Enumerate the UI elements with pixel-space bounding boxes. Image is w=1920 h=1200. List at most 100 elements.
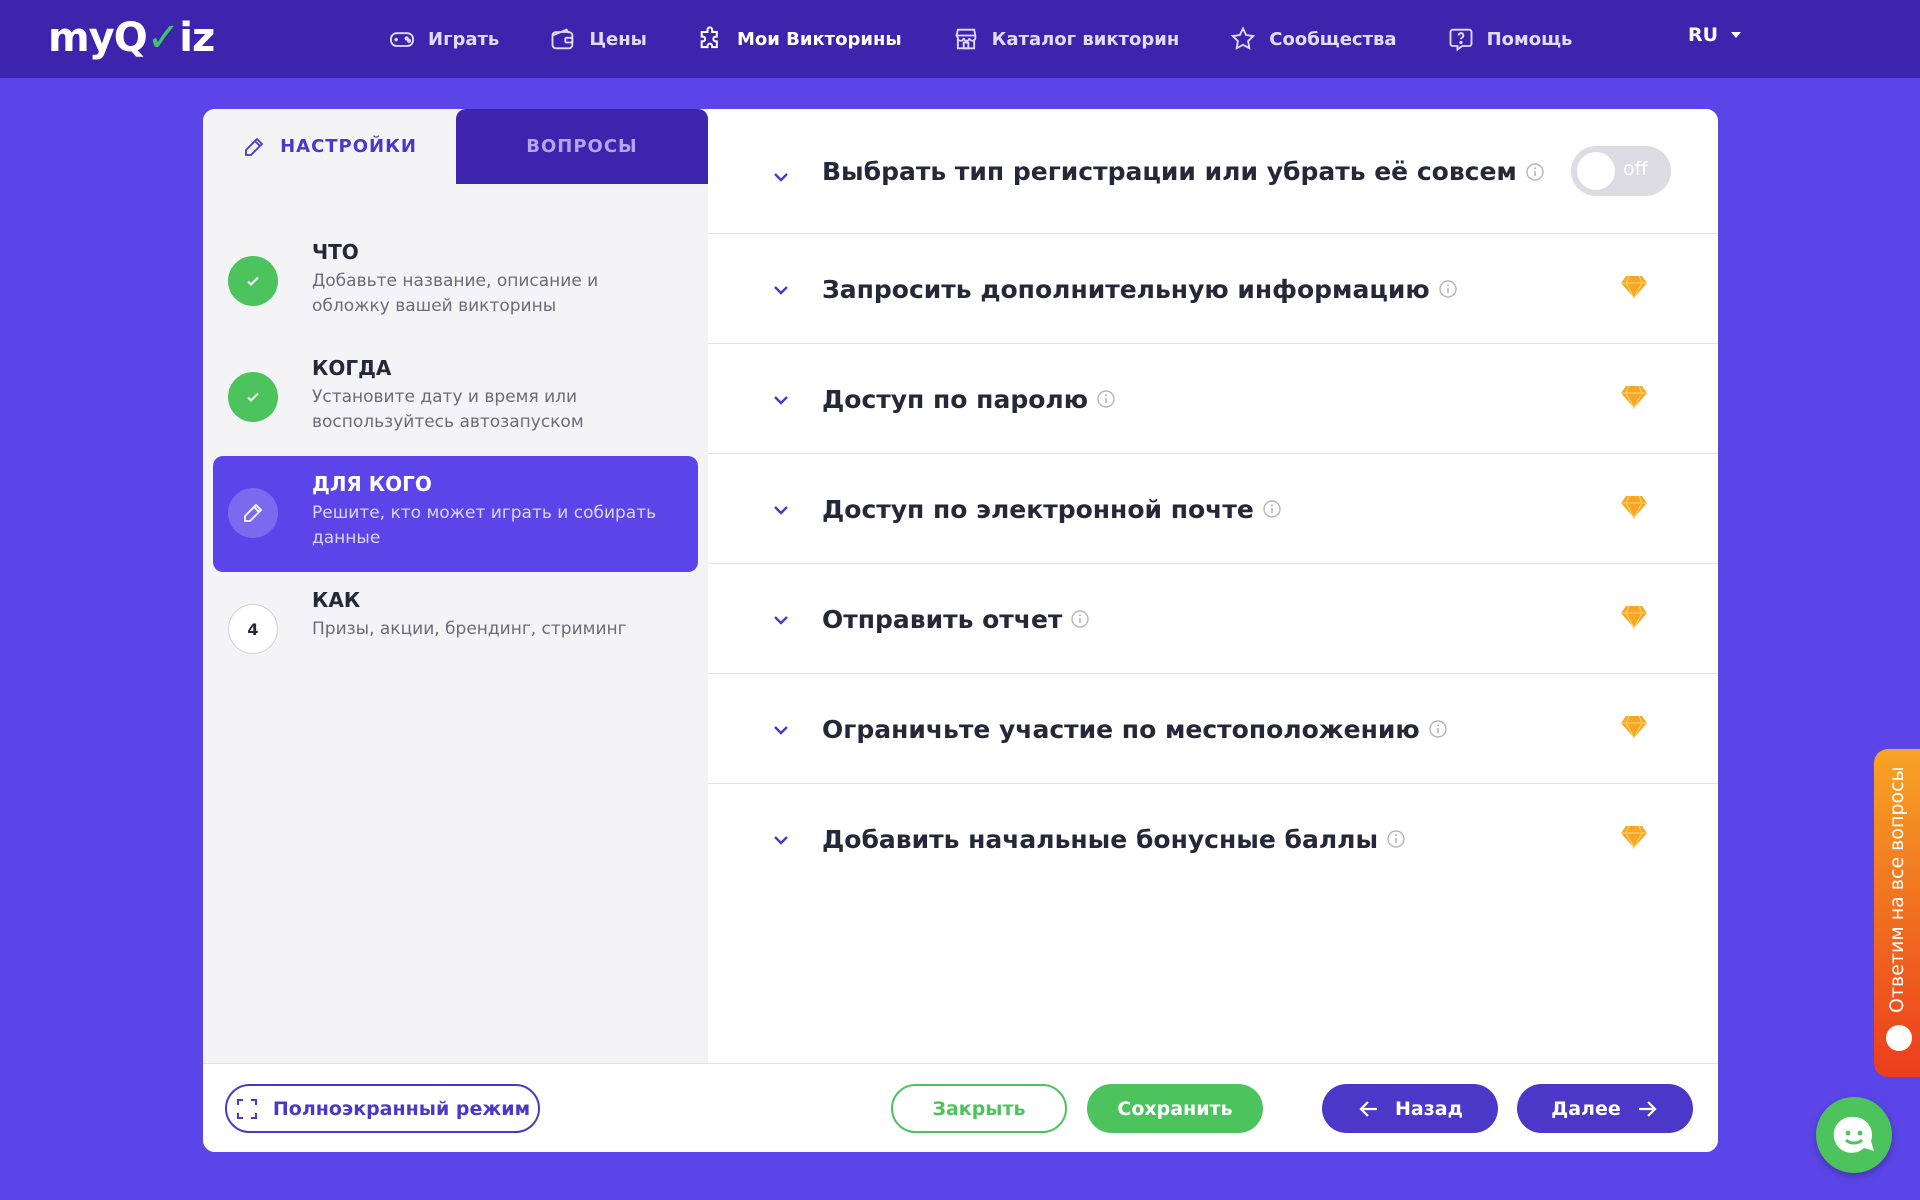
main-nav: Играть Цены Мои Викторины Каталог виктор… (388, 0, 1572, 78)
registration-toggle[interactable]: off (1571, 146, 1671, 196)
feedback-tab-label: Ответим на все вопросы (1886, 766, 1908, 1014)
step-what[interactable]: ЧТО Добавьте название, описание и обложк… (213, 224, 698, 340)
setting-label: Ограничьте участие по местоположению (822, 674, 1448, 784)
logo-text-q: Q (113, 15, 148, 61)
step-how[interactable]: 4 КАК Призы, акции, брендинг, стриминг (213, 572, 698, 688)
tab-questions-label: ВОПРОСЫ (526, 136, 638, 157)
info-icon[interactable] (1386, 829, 1406, 849)
toggle-knob (1577, 152, 1615, 190)
setting-label: Доступ по паролю (822, 344, 1116, 454)
info-icon[interactable] (1525, 162, 1545, 182)
setting-row-password[interactable]: Доступ по паролю (708, 344, 1718, 454)
nav-item-help[interactable]: Помощь (1447, 25, 1573, 53)
info-icon[interactable] (1070, 609, 1090, 629)
chat-widget-button[interactable] (1816, 1097, 1892, 1173)
card-footer: Полноэкранный режим Закрыть Сохранить На… (203, 1063, 1718, 1152)
chevron-down-icon[interactable] (770, 829, 792, 851)
store-icon (954, 28, 976, 50)
top-navigation-bar: my Q ✓ iz Играть Цены Мои Викторины Каталог… (0, 0, 1920, 78)
back-button[interactable]: Назад (1322, 1084, 1498, 1133)
step-description: Призы, акции, брендинг, стриминг (312, 619, 627, 639)
back-button-label: Назад (1395, 1097, 1463, 1120)
setting-row-bonus-points[interactable]: Добавить начальные бонусные баллы (708, 784, 1718, 894)
step-number-badge: 4 (228, 604, 278, 654)
myquiz-logo[interactable]: my Q ✓ iz (48, 15, 215, 61)
nav-item-communities[interactable]: Сообщества (1229, 25, 1397, 53)
step-title: ДЛЯ КОГО (312, 472, 432, 496)
step-when[interactable]: КОГДА Установите дату и время или воспол… (213, 340, 698, 456)
setting-label-text: Добавить начальные бонусные баллы (822, 824, 1379, 854)
chevron-down-icon[interactable] (770, 389, 792, 411)
close-button-label: Закрыть (932, 1097, 1026, 1120)
language-selector[interactable]: RU (1688, 24, 1742, 46)
nav-item-label: Играть (428, 28, 500, 50)
step-done-badge (228, 372, 278, 422)
nav-item-label: Помощь (1486, 28, 1573, 50)
language-label: RU (1688, 24, 1719, 46)
setting-label-text: Выбрать тип регистрации или убрать её со… (822, 157, 1517, 186)
fullscreen-button-label: Полноэкранный режим (272, 1097, 531, 1120)
nav-item-catalog[interactable]: Каталог викторин (952, 25, 1180, 53)
chevron-down-icon[interactable] (770, 279, 792, 301)
premium-diamond-icon (1621, 715, 1647, 740)
fullscreen-icon (236, 1098, 257, 1119)
step-for-whom[interactable]: ДЛЯ КОГО Решите, кто может играть и соби… (213, 456, 698, 572)
smiley-chat-icon (1833, 1116, 1874, 1153)
fullscreen-button[interactable]: Полноэкранный режим (225, 1084, 540, 1133)
help-icon (1449, 28, 1472, 52)
step-description: Добавьте название, описание и обложку ва… (312, 271, 599, 316)
step-description: Установите дату и время или воспользуйте… (312, 387, 584, 432)
arrow-right-icon (1638, 1100, 1657, 1117)
chevron-down-icon[interactable] (770, 166, 792, 188)
nav-item-play[interactable]: Играть (388, 25, 499, 53)
premium-diamond-icon (1621, 385, 1647, 410)
setting-row-location[interactable]: Ограничьте участие по местоположению (708, 674, 1718, 784)
info-icon[interactable] (1096, 389, 1116, 409)
setting-row-email[interactable]: Доступ по электронной почте (708, 454, 1718, 564)
premium-diamond-icon (1621, 495, 1647, 520)
chevron-down-icon[interactable] (770, 609, 792, 631)
next-button[interactable]: Далее (1517, 1084, 1693, 1133)
save-button[interactable]: Сохранить (1087, 1084, 1263, 1133)
info-icon[interactable] (1438, 279, 1458, 299)
settings-list: Выбрать тип регистрации или убрать её со… (708, 109, 1718, 1063)
info-icon[interactable] (1262, 499, 1282, 519)
logo-check: ✓ (146, 15, 181, 61)
step-title: КАК (312, 588, 361, 612)
premium-diamond-icon (1621, 605, 1647, 630)
quiz-settings-card: НАСТРОЙКИ ВОПРОСЫ ЧТО Добавьте название,… (203, 109, 1718, 1152)
nav-item-label: Каталог викторин (991, 28, 1180, 50)
check-icon (247, 392, 259, 402)
setting-row-registration[interactable]: Выбрать тип регистрации или убрать её со… (708, 109, 1718, 234)
toggle-state-label: off (1623, 158, 1648, 180)
star-icon (1231, 26, 1256, 50)
setting-label-text: Отправить отчет (822, 604, 1063, 634)
setting-label-text: Доступ по паролю (822, 384, 1089, 414)
tab-settings[interactable]: НАСТРОЙКИ (203, 109, 456, 184)
next-button-label: Далее (1551, 1097, 1621, 1120)
nav-item-my-quizzes[interactable]: Мои Викторины (697, 25, 902, 53)
save-button-label: Сохранить (1117, 1097, 1233, 1120)
tab-questions[interactable]: ВОПРОСЫ (456, 109, 708, 184)
info-icon[interactable] (1428, 719, 1448, 739)
step-description: Решите, кто может играть и собирать данн… (312, 503, 657, 548)
nav-item-prices[interactable]: Цены (549, 25, 647, 53)
close-button[interactable]: Закрыть (891, 1084, 1067, 1133)
premium-diamond-icon (1621, 275, 1647, 300)
tab-settings-label: НАСТРОЙКИ (280, 136, 417, 157)
wallet-icon (551, 28, 574, 50)
setting-label: Отправить отчет (822, 564, 1090, 674)
logo-text-suffix: iz (179, 15, 215, 61)
setting-label-text: Ограничьте участие по местоположению (822, 714, 1420, 744)
nav-item-label: Сообщества (1269, 28, 1397, 50)
setting-row-report[interactable]: Отправить отчет (708, 564, 1718, 674)
feedback-side-tab[interactable]: Ответим на все вопросы (1874, 749, 1920, 1077)
chevron-down-icon[interactable] (770, 719, 792, 741)
setting-row-extra-info[interactable]: Запросить дополнительную информацию (708, 234, 1718, 344)
caret-down-icon (1731, 32, 1742, 38)
nav-item-label: Цены (589, 28, 647, 50)
chevron-down-icon[interactable] (770, 499, 792, 521)
step-title: КОГДА (312, 356, 392, 380)
chat-bubble-icon (1886, 1025, 1912, 1051)
step-current-badge (228, 488, 278, 538)
